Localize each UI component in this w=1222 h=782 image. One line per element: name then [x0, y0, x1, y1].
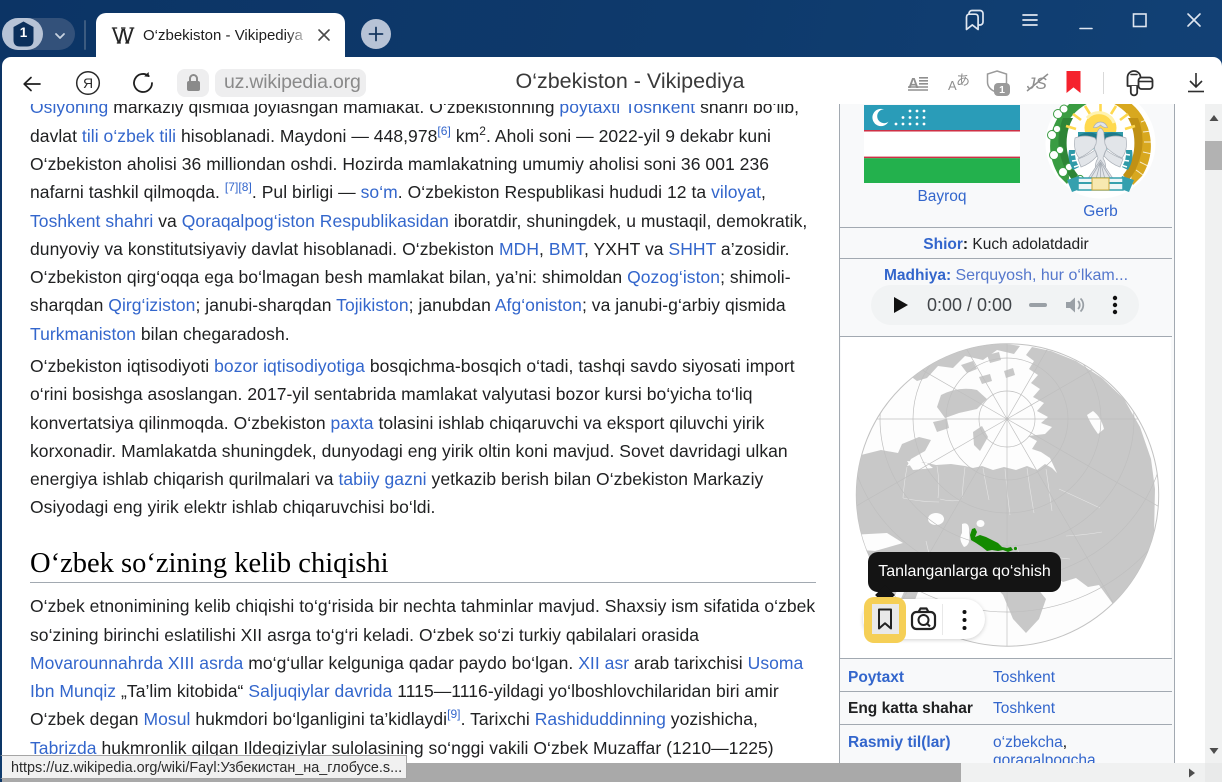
svg-text:1: 1	[999, 84, 1005, 96]
svg-text:Я: Я	[83, 75, 93, 91]
svg-text:あ: あ	[956, 72, 970, 88]
